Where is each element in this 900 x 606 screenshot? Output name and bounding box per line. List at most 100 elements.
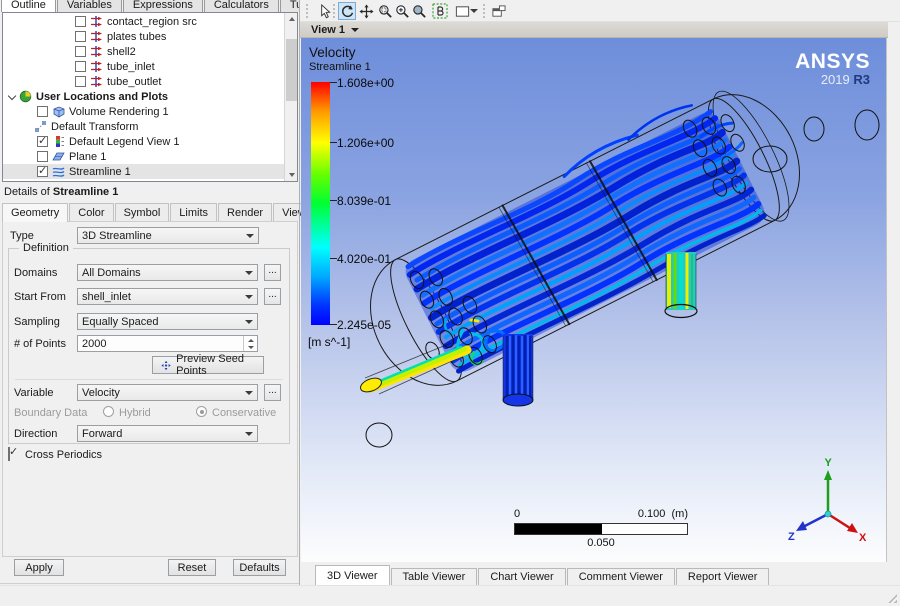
tick-mark [330, 142, 337, 143]
divider [0, 583, 300, 584]
sampling-label: Sampling [14, 316, 60, 328]
domains-more-button[interactable]: ... [264, 264, 281, 281]
checkbox[interactable] [37, 151, 48, 162]
tab-report-viewer[interactable]: Report Viewer [676, 568, 770, 585]
zoom-fit-tool-icon[interactable] [410, 2, 428, 20]
checkbox[interactable] [75, 46, 86, 57]
tab-comment-viewer[interactable]: Comment Viewer [567, 568, 675, 585]
tree-group-user-locations[interactable]: User Locations and Plots [3, 89, 297, 104]
checkbox[interactable] [37, 136, 48, 147]
variable-dropdown[interactable]: Velocity [77, 384, 258, 401]
spinner-buttons[interactable] [243, 336, 257, 351]
checkbox[interactable] [75, 31, 86, 42]
start-from-dropdown[interactable]: shell_inlet [77, 288, 258, 305]
sampling-dropdown[interactable]: Equally Spaced [77, 313, 258, 330]
tree-item[interactable]: contact_region src [3, 14, 297, 29]
tree-item-wireframe[interactable]: Wireframe [3, 179, 297, 182]
outline-tree: contact_region src plates tubes shell2 t… [2, 12, 298, 182]
tree-scrollbar[interactable] [284, 13, 297, 181]
tab-geometry[interactable]: Geometry [2, 203, 68, 222]
pan-tool-icon[interactable] [357, 2, 375, 20]
domain-icon [90, 60, 103, 73]
scale-bar-graphic [514, 523, 688, 535]
spin-down-icon[interactable] [244, 344, 257, 352]
tick-mark [330, 258, 337, 259]
variable-more-button[interactable]: ... [264, 384, 281, 401]
tab-calculators[interactable]: Calculators [204, 0, 279, 12]
checkbox[interactable] [37, 181, 48, 182]
view-header[interactable]: View 1 [300, 22, 888, 38]
domain-icon [90, 45, 103, 58]
tab-limits[interactable]: Limits [170, 203, 217, 221]
checkbox[interactable] [75, 61, 86, 72]
tab-variables[interactable]: Variables [57, 0, 122, 12]
zoom-box-tool-icon[interactable] [376, 2, 394, 20]
legend-title: Velocity [309, 45, 356, 60]
tab-symbol[interactable]: Symbol [115, 203, 170, 221]
tab-table-viewer[interactable]: Table Viewer [391, 568, 478, 585]
tab-render[interactable]: Render [218, 203, 272, 221]
window-tool-icon[interactable] [489, 2, 507, 20]
scale-min: 0 [514, 508, 520, 520]
domain-icon [90, 30, 103, 43]
scroll-up-icon[interactable] [285, 13, 298, 26]
select-tool-icon[interactable] [315, 2, 333, 20]
tab-outline[interactable]: Outline [1, 0, 56, 12]
tree-item[interactable]: Default Legend View 1 [3, 134, 297, 149]
tab-expressions[interactable]: Expressions [123, 0, 203, 12]
checkbox[interactable] [37, 106, 48, 117]
rotate-tool-icon[interactable] [338, 2, 356, 20]
variable-label: Variable [14, 387, 54, 399]
status-bar [0, 585, 900, 606]
3d-viewport[interactable]: Y X Z Velocity Streamline 1 1.608e+00 1.… [301, 38, 887, 562]
chevron-down-icon[interactable] [8, 93, 16, 101]
direction-label: Direction [14, 428, 57, 440]
viewer-bottom-tabs: 3D Viewer Table Viewer Chart Viewer Comm… [300, 564, 900, 585]
apply-button[interactable]: Apply [14, 559, 64, 576]
checkbox[interactable] [75, 76, 86, 87]
zoom-in-tool-icon[interactable] [393, 2, 411, 20]
preview-seed-points-button[interactable]: Preview Seed Points [152, 356, 264, 374]
layout-dropdown-arrow-icon[interactable] [469, 2, 479, 20]
legend-tick: 1.206e+00 [337, 136, 417, 150]
tab-color[interactable]: Color [69, 203, 113, 221]
tab-chart-viewer[interactable]: Chart Viewer [478, 568, 565, 585]
type-dropdown[interactable]: 3D Streamline [77, 227, 259, 244]
direction-dropdown[interactable]: Forward [77, 425, 258, 442]
spin-up-icon[interactable] [244, 336, 257, 344]
tree-item[interactable]: Volume Rendering 1 [3, 104, 297, 119]
start-from-more-button[interactable]: ... [264, 288, 281, 305]
toolbar-grip[interactable] [333, 4, 336, 18]
tree-item-streamline-1[interactable]: Streamline 1 [3, 164, 297, 179]
scroll-down-icon[interactable] [285, 168, 298, 181]
tree-item[interactable]: tube_outlet [3, 74, 297, 89]
chevron-down-icon [246, 234, 254, 238]
hybrid-radio[interactable] [103, 406, 114, 417]
wireframe-icon [52, 180, 65, 182]
tree-item[interactable]: shell2 [3, 44, 297, 59]
toolbar-grip[interactable] [306, 4, 309, 18]
reset-button[interactable]: Reset [168, 559, 216, 576]
points-input[interactable]: 2000 [77, 335, 258, 352]
defaults-button[interactable]: Defaults [233, 559, 286, 576]
tree-item[interactable]: plates tubes [3, 29, 297, 44]
conservative-radio[interactable] [196, 406, 207, 417]
tab-3d-viewer[interactable]: 3D Viewer [315, 565, 390, 585]
resize-grip[interactable] [887, 593, 897, 603]
cross-periodics-checkbox[interactable] [8, 447, 10, 461]
tick-mark [330, 324, 337, 325]
outlet-pipe-yellow [665, 252, 697, 318]
legend-icon [52, 135, 65, 148]
tree-item[interactable]: Default Transform [3, 119, 297, 134]
scrollbar-thumb[interactable] [286, 39, 297, 101]
domains-dropdown[interactable]: All Domains [77, 264, 258, 281]
checkbox[interactable] [37, 166, 48, 177]
tree-item[interactable]: Plane 1 [3, 149, 297, 164]
streamline-scene: Y X Z [301, 38, 887, 562]
fit-view-tool-icon[interactable] [431, 2, 449, 20]
tick-mark [330, 200, 337, 201]
tree-item[interactable]: tube_inlet [3, 59, 297, 74]
checkbox[interactable] [75, 16, 86, 27]
toolbar-grip[interactable] [483, 4, 486, 18]
transform-icon [34, 120, 47, 133]
